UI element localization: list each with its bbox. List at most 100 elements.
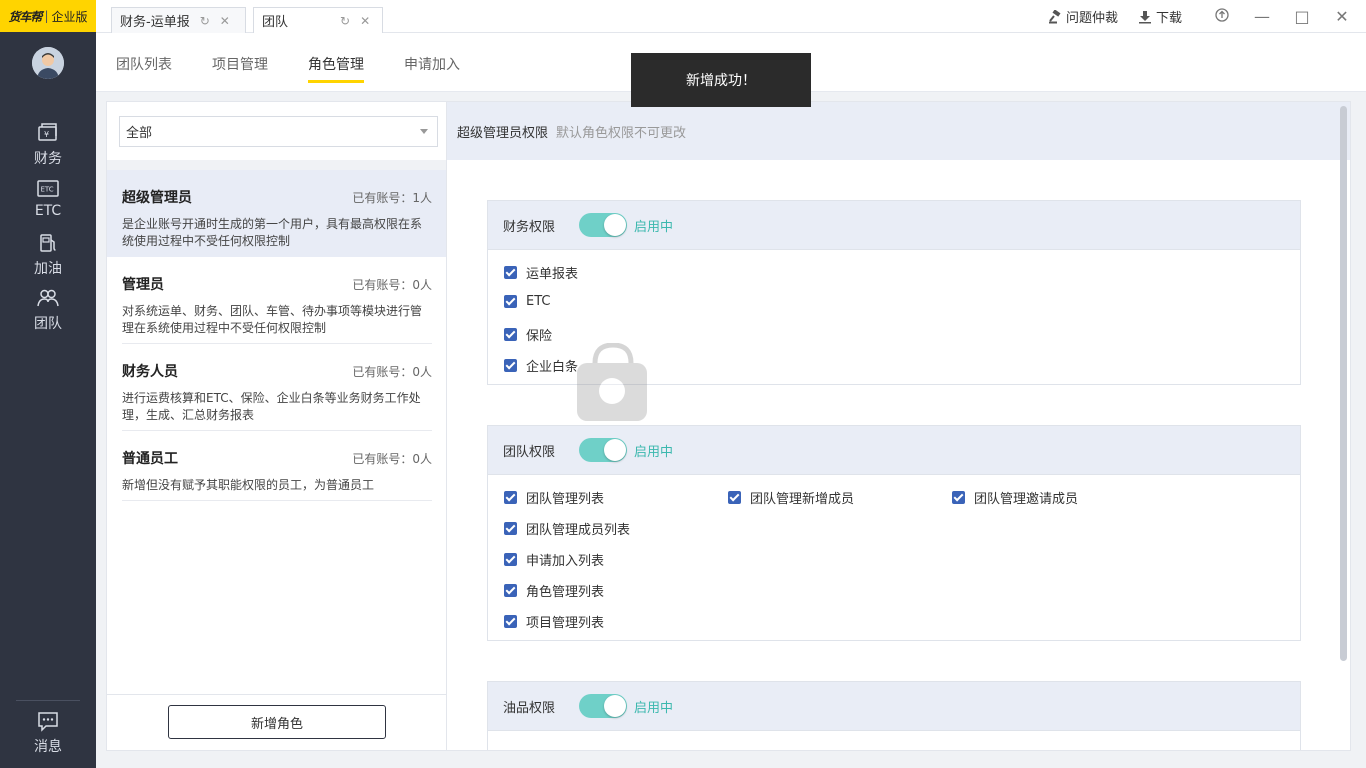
perm-section-team: 团队权限 启用中 团队管理列表 团队管理新增成员 团队管理邀请成员 团队管理成员… (487, 425, 1301, 641)
checkbox-checked-icon (504, 266, 517, 279)
maximize-icon[interactable]: □ (1282, 7, 1322, 26)
minimize-icon[interactable]: — (1242, 7, 1282, 26)
perm-section-fuel: 油品权限 启用中 (487, 681, 1301, 750)
perm-label: 企业白条 (526, 360, 579, 375)
perm-checkbox[interactable]: 团队管理成员列表 (504, 519, 630, 538)
scrollbar[interactable] (1340, 106, 1347, 661)
perm-checkbox[interactable]: 团队管理邀请成员 (952, 488, 1078, 507)
perm-status: 启用中 (634, 700, 674, 716)
refresh-icon[interactable]: ↻ (200, 14, 210, 28)
svg-text:¥: ¥ (44, 130, 49, 139)
subtab-role-management[interactable]: 角色管理 (308, 54, 364, 83)
perm-label: 保险 (526, 329, 553, 344)
role-item-finance-staff[interactable]: 财务人员 已有账号：0人 进行运费核算和ETC、保险、企业白条等业务财务工作处理… (107, 344, 446, 431)
perm-label: 运单报表 (526, 267, 579, 282)
add-role-button[interactable]: 新增角色 (168, 705, 386, 739)
subtab-team-list[interactable]: 团队列表 (116, 54, 172, 80)
success-toast: 新增成功！ (631, 53, 811, 107)
perm-checkbox[interactable]: 团队管理新增成员 (728, 488, 854, 507)
title-bar: 财务-运单报 ↻ ✕ 团队 ↻ ✕ 问题仲裁 下载 — □ ✕ (96, 0, 1366, 33)
role-account-count: 已有账号：0人 (352, 278, 432, 292)
sidebar-item-label: 加油 (34, 261, 62, 277)
subtab-project-management[interactable]: 项目管理 (212, 54, 268, 80)
fuel-icon (40, 234, 56, 252)
arbitration-link[interactable]: 问题仲裁 (1048, 7, 1118, 26)
perm-toggle[interactable] (579, 438, 627, 462)
role-filter-select[interactable]: 全部 (119, 116, 438, 147)
perm-checkbox[interactable]: 保险 (504, 325, 552, 344)
permission-title: 超级管理员权限 (457, 125, 549, 141)
tab-label: 团队 (262, 15, 289, 30)
download-link[interactable]: 下载 (1138, 7, 1182, 26)
perm-checkbox[interactable]: 申请加入列表 (504, 550, 604, 569)
download-icon (1138, 10, 1151, 23)
checkbox-checked-icon (504, 615, 517, 628)
sidebar-item-messages[interactable]: 消息 (0, 709, 96, 761)
perm-checkbox[interactable]: 团队管理列表 (504, 488, 604, 507)
perm-checkbox[interactable]: 项目管理列表 (504, 612, 604, 631)
role-item-admin[interactable]: 管理员 已有账号：0人 对系统运单、财务、团队、车管、待办事项等模块进行管理在系… (107, 257, 446, 344)
role-list-panel: 全部 超级管理员 已有账号：1人 是企业账号开通时生成的第一个用户，具有最高权限… (106, 101, 447, 751)
perm-toggle[interactable] (579, 694, 627, 718)
perm-label: 团队管理邀请成员 (974, 492, 1079, 507)
role-item-employee[interactable]: 普通员工 已有账号：0人 新增但没有赋予其职能权限的员工，为普通员工 (107, 431, 446, 501)
sidebar-item-etc[interactable]: ETC ETC (0, 176, 96, 228)
sidebar-item-finance[interactable]: ¥ 财务 (0, 121, 96, 173)
checkbox-checked-icon (952, 491, 965, 504)
upgrade-icon[interactable] (1202, 7, 1242, 26)
checkbox-checked-icon (728, 491, 741, 504)
perm-status: 启用中 (634, 219, 674, 235)
perm-label: 角色管理列表 (526, 585, 605, 600)
role-account-count: 已有账号：0人 (352, 452, 432, 466)
brand-logo: 货车帮 | 企业版 (0, 0, 96, 32)
finance-icon: ¥ (38, 123, 57, 141)
permission-panel: 超级管理员权限 默认角色权限不可更改 财务权限 启用中 运单报表 ETC 保险 … (447, 101, 1351, 751)
perm-label: ETC (526, 294, 551, 309)
role-description: 对系统运单、财务、团队、车管、待办事项等模块进行管理在系统使用过程中不受任何权限… (122, 304, 423, 335)
avatar[interactable] (32, 47, 64, 79)
perm-section-title: 油品权限 (503, 700, 556, 716)
perm-label: 团队管理列表 (526, 492, 605, 507)
perm-status: 启用中 (634, 444, 674, 460)
checkbox-checked-icon (504, 522, 517, 535)
permission-subtitle: 默认角色权限不可更改 (556, 125, 687, 141)
checkbox-checked-icon (504, 359, 517, 372)
sidebar-item-fuel[interactable]: 加油 (0, 231, 96, 283)
perm-label: 团队管理新增成员 (750, 492, 855, 507)
perm-checkbox[interactable]: 运单报表 (504, 263, 578, 282)
brand-edition: 企业版 (51, 9, 88, 24)
svg-text:ETC: ETC (41, 186, 54, 194)
perm-label: 申请加入列表 (526, 554, 605, 569)
role-description: 新增但没有赋予其职能权限的员工，为普通员工 (122, 478, 375, 492)
tab-team[interactable]: 团队 ↻ ✕ (253, 7, 383, 33)
perm-label: 项目管理列表 (526, 616, 605, 631)
checkbox-checked-icon (504, 328, 517, 341)
role-description: 是企业账号开通时生成的第一个用户，具有最高权限在系统使用过程中不受任何权限控制 (122, 217, 423, 248)
sidebar: 货车帮 | 企业版 ¥ 财务 ETC ETC 加油 团队 消息 (0, 0, 96, 768)
sidebar-item-team[interactable]: 团队 (0, 286, 96, 338)
download-label: 下载 (1155, 11, 1182, 26)
chevron-down-icon (420, 129, 428, 134)
perm-toggle[interactable] (579, 213, 627, 237)
tab-finance-report[interactable]: 财务-运单报 ↻ ✕ (111, 7, 246, 33)
sidebar-item-label: 团队 (34, 316, 62, 332)
sidebar-divider (16, 700, 80, 701)
etc-icon: ETC (37, 180, 59, 197)
checkbox-checked-icon (504, 553, 517, 566)
perm-checkbox[interactable]: 企业白条 (504, 356, 578, 375)
role-item-super-admin[interactable]: 超级管理员 已有账号：1人 是企业账号开通时生成的第一个用户，具有最高权限在系统… (107, 170, 446, 257)
checkbox-checked-icon (504, 491, 517, 504)
subtab-join-requests[interactable]: 申请加入 (404, 54, 460, 80)
close-icon[interactable]: ✕ (220, 14, 230, 28)
role-account-count: 已有账号：0人 (352, 365, 432, 379)
perm-section-finance: 财务权限 启用中 运单报表 ETC 保险 企业白条 (487, 200, 1301, 385)
perm-checkbox[interactable]: 角色管理列表 (504, 581, 604, 600)
perm-checkbox[interactable]: ETC (504, 294, 550, 309)
close-icon[interactable]: ✕ (360, 14, 370, 28)
role-account-count: 已有账号：1人 (352, 191, 432, 205)
refresh-icon[interactable]: ↻ (340, 14, 350, 28)
sidebar-item-label: ETC (34, 203, 62, 219)
close-window-icon[interactable]: ✕ (1322, 7, 1362, 26)
checkbox-checked-icon (504, 584, 517, 597)
tab-label: 财务-运单报 (120, 15, 190, 30)
